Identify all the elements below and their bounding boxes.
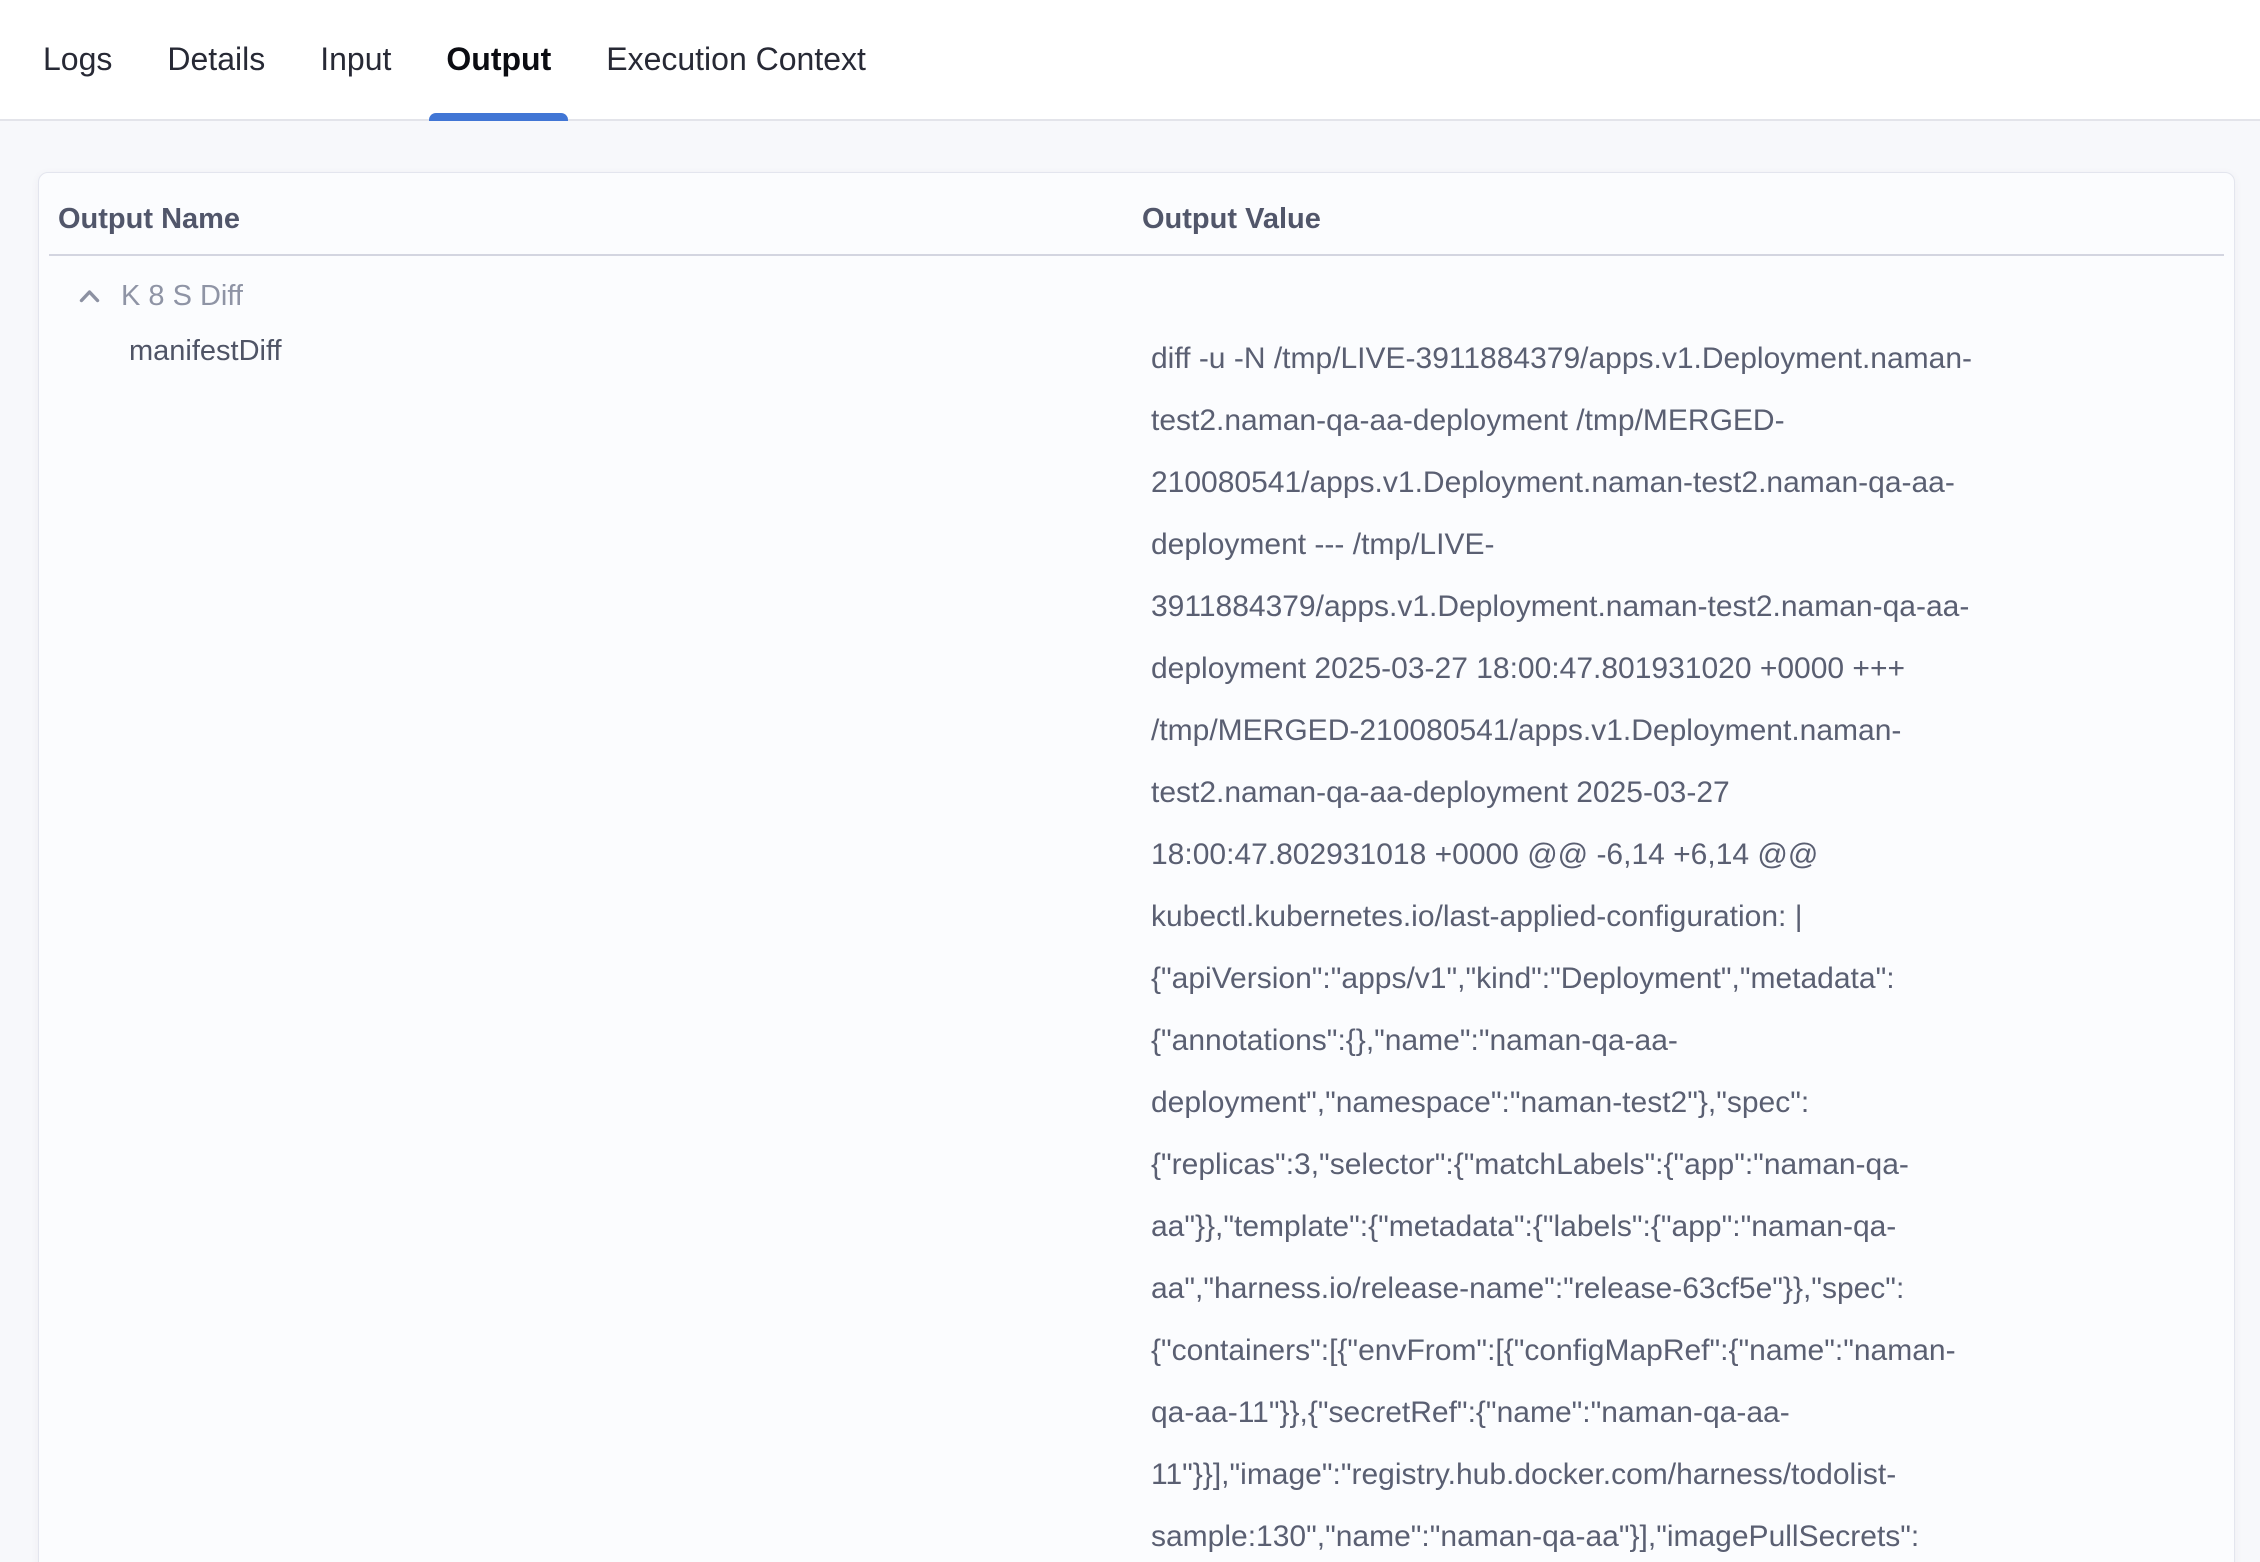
column-header-output-name: Output Name xyxy=(58,205,1142,234)
execution-detail-tabs: Logs Details Input Output Execution Cont… xyxy=(0,0,2260,121)
tab-logs[interactable]: Logs xyxy=(43,0,112,119)
tab-details[interactable]: Details xyxy=(167,0,265,119)
column-header-output-value: Output Value xyxy=(1142,205,2215,234)
tab-output[interactable]: Output xyxy=(446,0,551,119)
tab-input[interactable]: Input xyxy=(320,0,391,119)
tab-execution-context[interactable]: Execution Context xyxy=(606,0,866,119)
output-table-card: Output Name Output Value K 8 S Diff mani… xyxy=(38,172,2235,1562)
output-name-cell: manifestDiff xyxy=(39,328,1142,1562)
output-group-k8s-diff[interactable]: K 8 S Diff xyxy=(39,278,2234,314)
output-group-label: K 8 S Diff xyxy=(121,280,243,313)
output-tab-panel: Output Name Output Value K 8 S Diff mani… xyxy=(0,121,2260,1562)
table-row: manifestDiff diff -u -N /tmp/LIVE-391188… xyxy=(39,328,2234,1562)
output-table-header: Output Name Output Value xyxy=(49,173,2224,256)
output-value-cell: diff -u -N /tmp/LIVE-3911884379/apps.v1.… xyxy=(1142,328,2062,1562)
chevron-up-icon[interactable] xyxy=(79,289,100,303)
